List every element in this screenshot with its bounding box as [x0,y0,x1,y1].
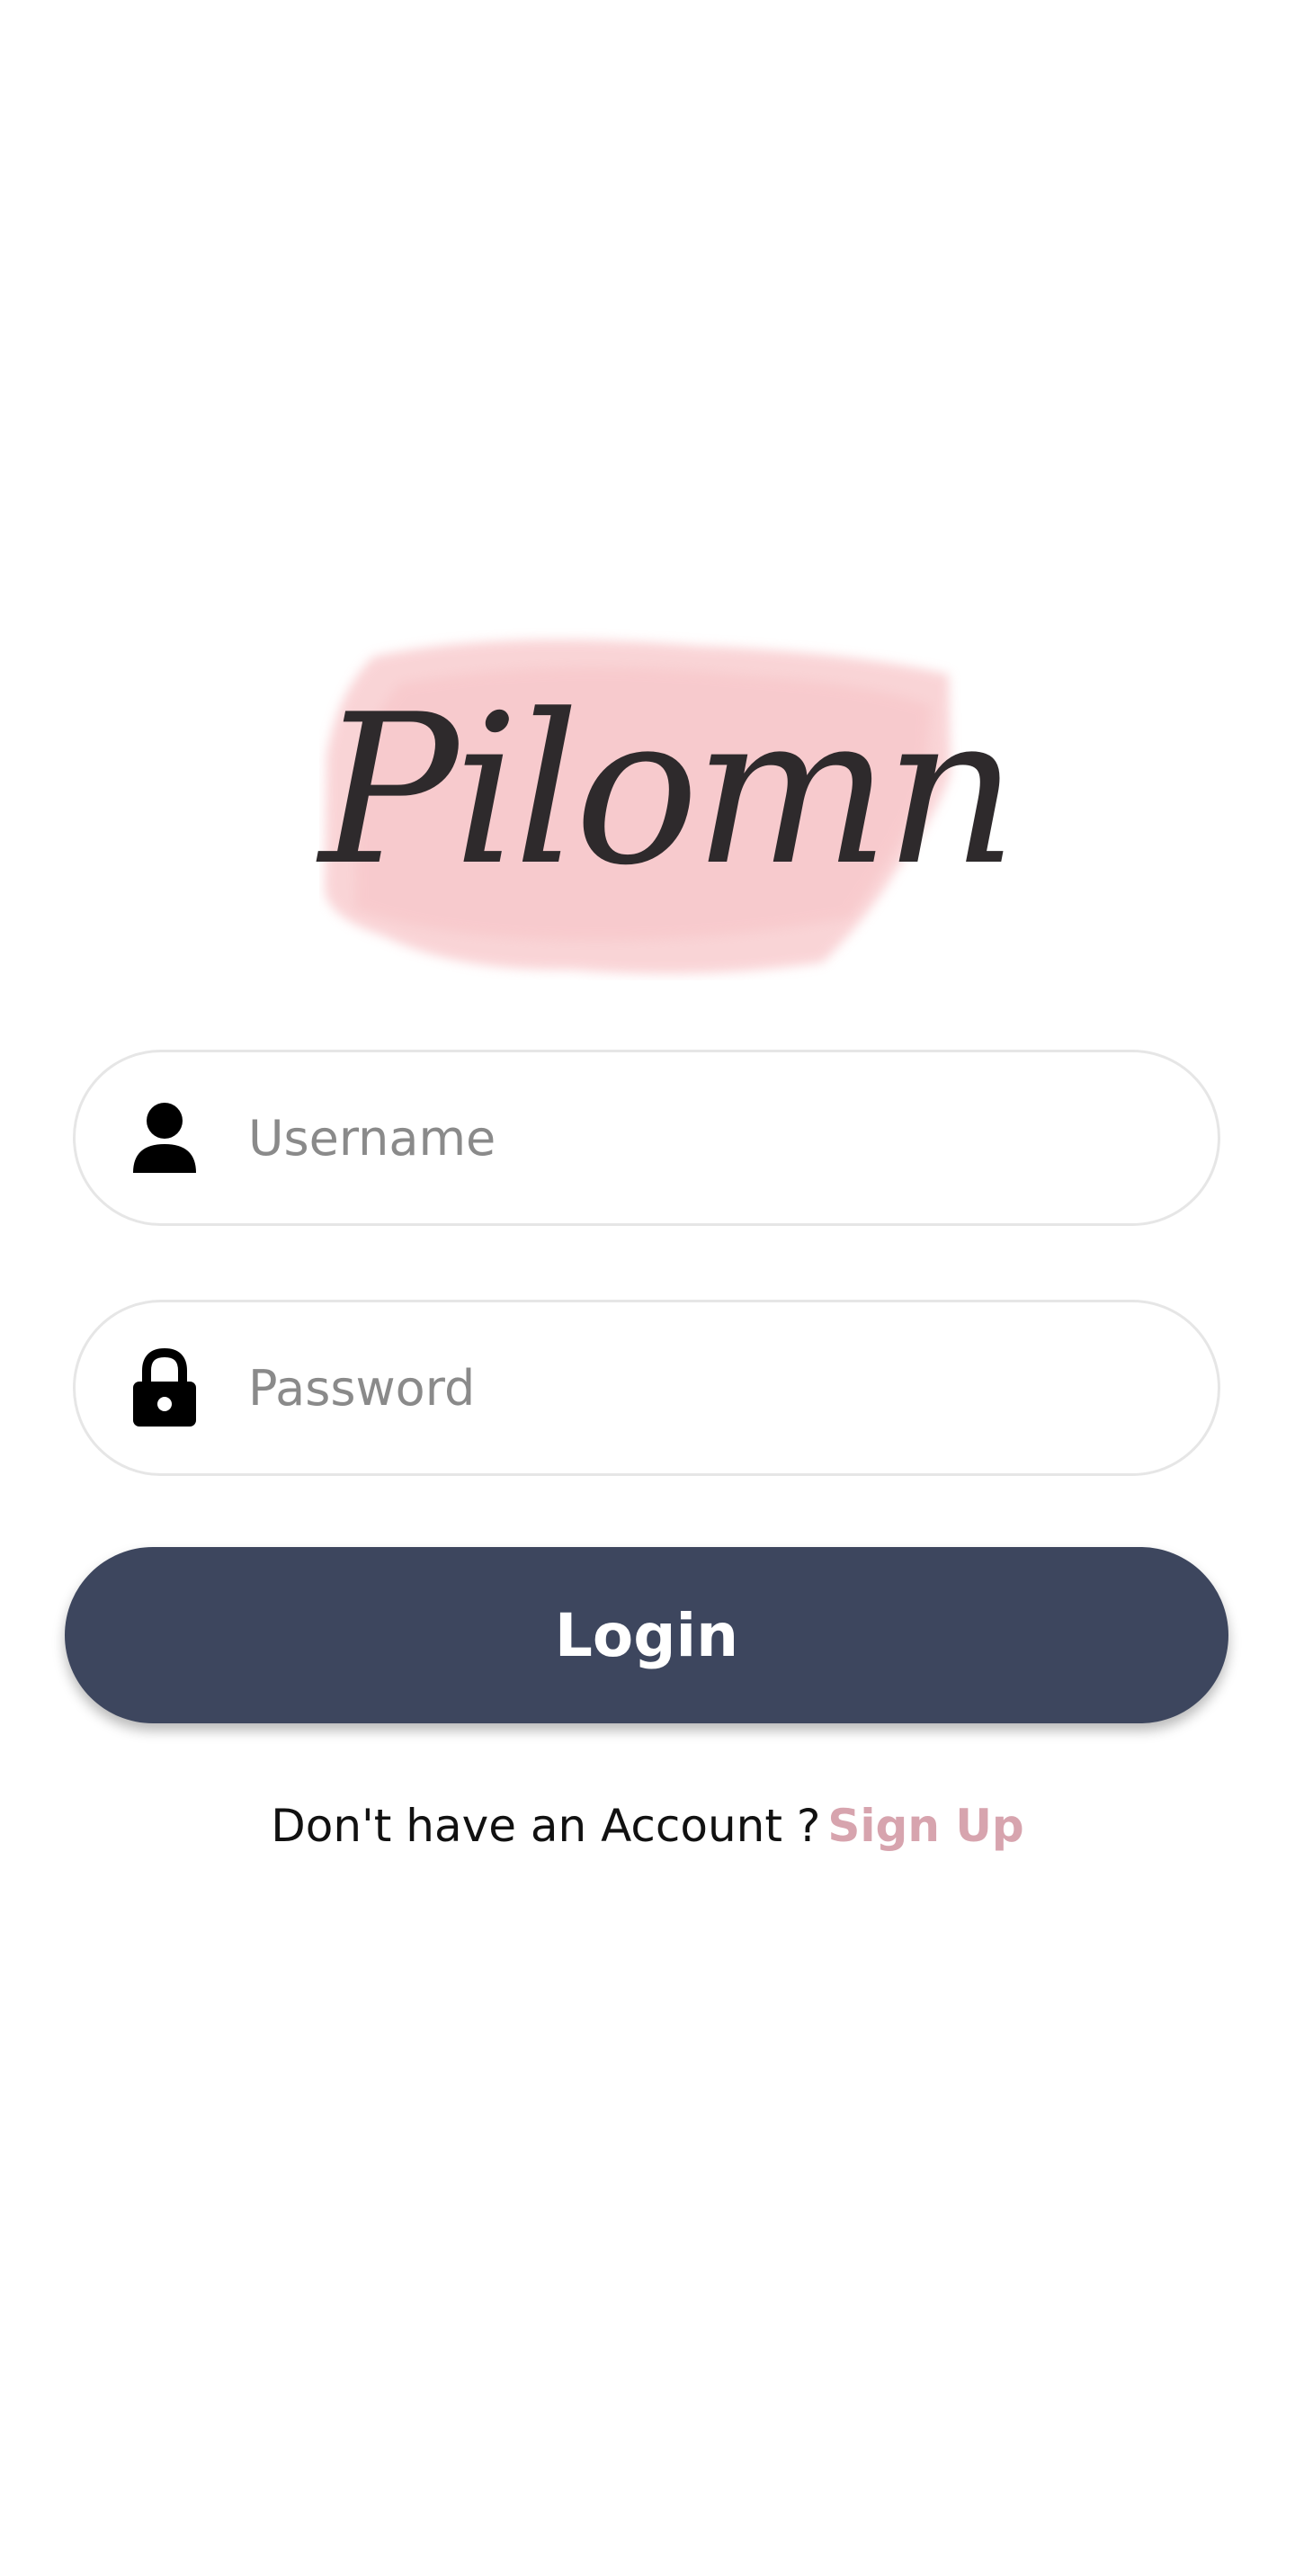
signup-prompt-row: Don't have an Account ? Sign Up [0,1790,1295,1862]
password-field[interactable] [73,1300,1220,1476]
lock-icon [133,1347,196,1427]
signup-link[interactable]: Sign Up [827,1800,1023,1852]
brand-wordmark: Pilomn [319,671,1018,911]
username-input[interactable] [248,1052,1166,1223]
brand-logo: Pilomn [319,621,1018,980]
username-field[interactable] [73,1050,1220,1226]
login-screen: Pilomn Login Don't have an Account ?Sign… [0,0,1295,2576]
password-input[interactable] [248,1302,1166,1473]
person-icon [133,1103,196,1173]
login-button[interactable]: Login [65,1547,1228,1723]
signup-prompt-text: Don't have an Account ? [271,1800,821,1852]
